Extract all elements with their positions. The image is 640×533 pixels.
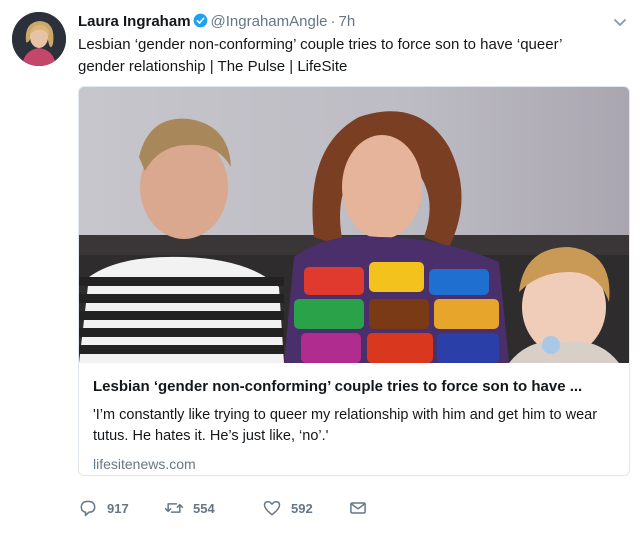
chevron-down-icon[interactable] xyxy=(612,14,628,30)
retweet-count: 554 xyxy=(193,500,215,516)
retweet-icon xyxy=(164,503,184,513)
avatar-image xyxy=(12,12,66,66)
timestamp[interactable]: 7h xyxy=(339,13,356,30)
card-domain: lifesitenews.com xyxy=(93,456,196,472)
reply-button[interactable]: 917 xyxy=(78,498,164,518)
card-body: Lesbian ‘gender non-conforming’ couple t… xyxy=(93,377,615,472)
tweet-text: Lesbian ‘gender non-conforming’ couple t… xyxy=(78,36,562,75)
like-button[interactable]: 592 xyxy=(262,498,348,518)
card-title: Lesbian ‘gender non-conforming’ couple t… xyxy=(93,378,583,395)
link-card[interactable]: Lesbian ‘gender non-conforming’ couple t… xyxy=(78,86,630,476)
separator-dot: · xyxy=(330,13,336,30)
tweet[interactable]: Laura Ingraham @IngrahamAngle · 7h Lesbian… xyxy=(0,0,640,533)
reply-icon xyxy=(80,500,96,517)
heart-icon xyxy=(263,501,281,516)
card-image xyxy=(79,87,629,363)
retweet-button[interactable]: 554 xyxy=(164,498,262,518)
verified-badge-icon xyxy=(193,13,207,28)
tweet-actions: 917 554 592 xyxy=(78,496,378,520)
display-name[interactable]: Laura Ingraham xyxy=(78,13,191,30)
direct-message-button[interactable] xyxy=(348,498,378,518)
tweet-header: Laura Ingraham @IngrahamAngle · 7h xyxy=(78,12,600,32)
envelope-icon xyxy=(350,502,366,514)
avatar[interactable] xyxy=(12,12,66,66)
user-handle[interactable]: @IngrahamAngle xyxy=(211,13,328,30)
card-description: 'I’m constantly like trying to queer my … xyxy=(93,407,598,444)
reply-count: 917 xyxy=(107,500,129,516)
like-count: 592 xyxy=(291,500,313,516)
